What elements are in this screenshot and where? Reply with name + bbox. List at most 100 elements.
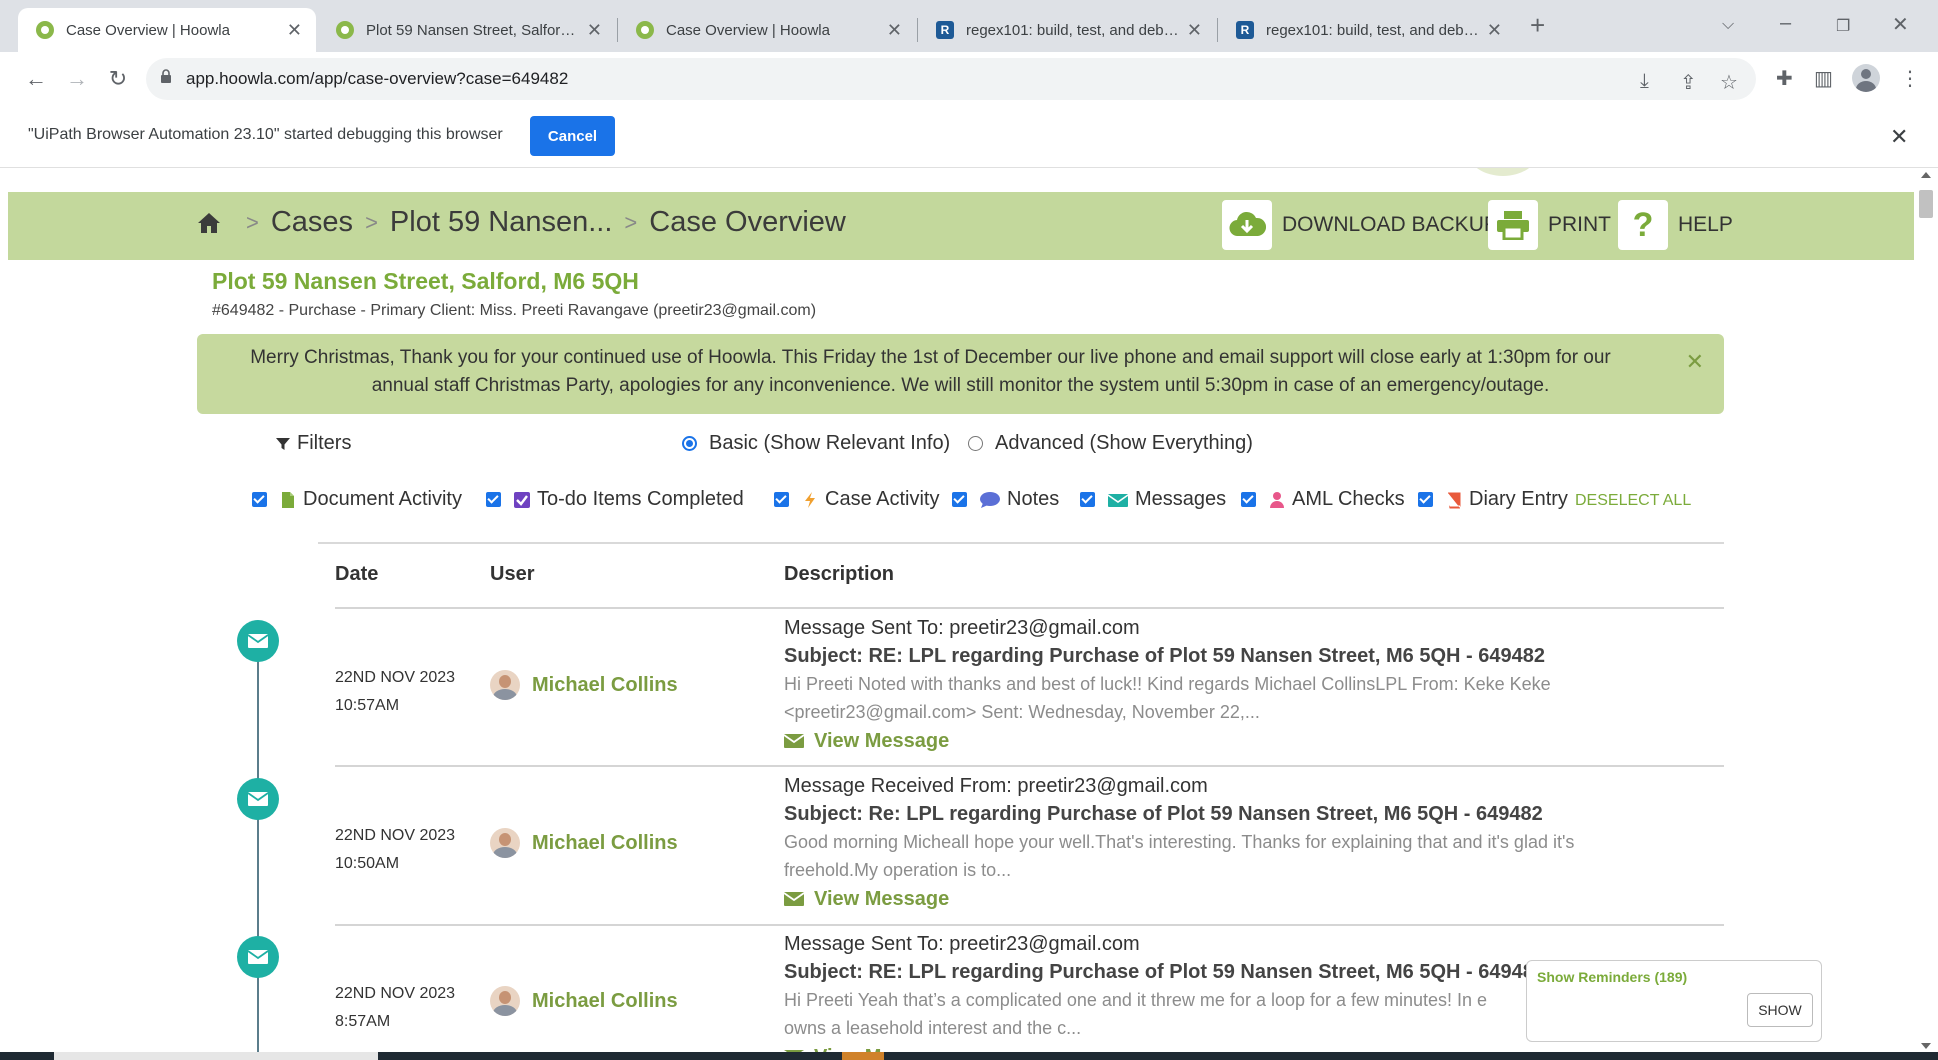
filter-aml-label: AML Checks <box>1292 488 1405 510</box>
side-panel-icon[interactable]: ▥ <box>1814 66 1833 91</box>
browser-tab[interactable]: R regex101: build, test, and debug ✕ <box>1218 8 1516 52</box>
deselect-all-link[interactable]: DESELECT ALL <box>1575 492 1691 510</box>
filter-document-activity-checkbox[interactable]: Document Activity <box>252 488 462 511</box>
show-reminders-button[interactable]: SHOW <box>1747 993 1813 1027</box>
case-title: Plot 59 Nansen Street, Salford, M6 5QH <box>212 268 639 294</box>
row-description: Message Received From: preetir23@gmail.c… <box>784 772 1684 914</box>
printer-icon <box>1488 200 1538 250</box>
scroll-thumb[interactable] <box>1919 190 1933 218</box>
filter-notes-checkbox[interactable]: Notes <box>952 488 1059 511</box>
filter-case-activity-checkbox[interactable]: Case Activity <box>774 488 939 511</box>
taskbar-item[interactable] <box>54 1052 378 1060</box>
tab-search-icon[interactable]: ⌵ <box>1722 16 1734 34</box>
filter-diary-checkbox[interactable]: Diary Entry <box>1418 488 1568 511</box>
header-bar: > Cases > Plot 59 Nansen... > Case Overv… <box>8 192 1914 260</box>
page-scrollbar[interactable] <box>1914 168 1938 1055</box>
envelope-icon <box>248 792 268 806</box>
row-divider <box>335 765 1724 767</box>
home-icon[interactable] <box>196 210 222 236</box>
breadcrumb-separator: > <box>365 209 378 235</box>
browser-toolbar: ← → ↻ app.hoowla.com/app/case-overview?c… <box>0 52 1938 106</box>
taskbar-item[interactable] <box>842 1052 884 1060</box>
banner-text-line1: Merry Christmas, Thank you for your cont… <box>250 347 1611 368</box>
new-tab-icon[interactable]: + <box>1530 10 1545 41</box>
breadcrumb-separator: > <box>246 209 259 235</box>
row-message-head: Message Received From: preetir23@gmail.c… <box>784 775 1208 797</box>
extensions-icon[interactable]: ✚ <box>1776 66 1793 91</box>
help-button[interactable]: ? HELP <box>1618 200 1733 250</box>
back-icon[interactable]: ← <box>22 65 50 93</box>
forward-icon[interactable]: → <box>63 65 91 93</box>
browser-tab[interactable]: Plot 59 Nansen Street, Salford, M ✕ <box>318 8 616 52</box>
restore-icon[interactable]: ❐ <box>1836 16 1850 36</box>
filter-aml-checkbox[interactable]: AML Checks <box>1241 488 1405 511</box>
row-message-subject: Subject: Re: LPL regarding Purchase of P… <box>784 803 1543 825</box>
filter-advanced-radio[interactable]: Advanced (Show Everything) <box>968 432 1253 455</box>
browser-tab[interactable]: R regex101: build, test, and debug ✕ <box>918 8 1216 52</box>
book-icon <box>1448 492 1461 508</box>
row-user[interactable]: Michael Collins <box>490 828 678 858</box>
menu-kebab-icon[interactable]: ⋮ <box>1900 66 1920 91</box>
breadcrumb-case[interactable]: Plot 59 Nansen... <box>390 206 612 239</box>
filter-messages-label: Messages <box>1135 488 1227 510</box>
banner-close-icon[interactable]: ✕ <box>1686 348 1704 376</box>
cloud-download-icon <box>1222 200 1272 250</box>
reminders-widget: Show Reminders (189) SHOW <box>1526 960 1822 1042</box>
scroll-down-icon[interactable] <box>1921 1043 1931 1049</box>
filter-messages-checkbox[interactable]: Messages <box>1080 488 1226 511</box>
tab-close-icon[interactable]: ✕ <box>887 20 902 41</box>
envelope-icon <box>248 634 268 648</box>
avatar <box>490 670 520 700</box>
scroll-up-icon[interactable] <box>1921 172 1931 178</box>
timeline-line <box>257 642 259 1055</box>
tab-title: regex101: build, test, and debug <box>966 21 1179 39</box>
row-user-name: Michael Collins <box>532 831 678 854</box>
reminders-label[interactable]: Show Reminders (189) <box>1537 969 1687 985</box>
reload-icon[interactable]: ↻ <box>104 65 132 93</box>
profile-avatar-icon[interactable] <box>1852 64 1880 92</box>
tab-close-icon[interactable]: ✕ <box>587 20 602 41</box>
view-message-link[interactable]: View Message <box>784 726 1684 756</box>
cancel-debug-button[interactable]: Cancel <box>530 116 615 156</box>
filter-todo-checkbox[interactable]: To-do Items Completed <box>486 488 744 511</box>
envelope-icon <box>1107 493 1129 507</box>
column-header-description: Description <box>784 563 895 585</box>
row-user-name: Michael Collins <box>532 989 678 1012</box>
tab-title: Plot 59 Nansen Street, Salford, M <box>366 21 579 39</box>
tab-close-icon[interactable]: ✕ <box>287 20 302 41</box>
tab-close-icon[interactable]: ✕ <box>1187 20 1202 41</box>
bookmark-star-icon[interactable]: ☆ <box>1720 70 1738 95</box>
view-message-link[interactable]: View Message <box>784 884 1684 914</box>
share-icon[interactable]: ⇪ <box>1680 70 1697 95</box>
minimize-icon[interactable]: – <box>1780 12 1791 35</box>
row-message-preview: Hi Preeti Noted with thanks and best of … <box>784 674 1551 694</box>
browser-tab[interactable]: Case Overview | Hoowla ✕ <box>18 8 316 52</box>
radio-selected-icon <box>682 436 697 451</box>
row-message-preview: Good morning Micheall hope your well.Tha… <box>784 832 1575 852</box>
filter-funnel-icon <box>276 437 290 450</box>
filters-toggle[interactable]: Filters <box>275 432 351 455</box>
row-user-name: Michael Collins <box>532 673 678 696</box>
tab-close-icon[interactable]: ✕ <box>1487 20 1502 41</box>
regex101-favicon-icon: R <box>936 21 954 39</box>
row-divider <box>335 924 1724 926</box>
view-message-label: View Message <box>814 888 950 910</box>
checkbox-checked-icon <box>252 492 267 507</box>
hoowla-favicon-icon <box>636 21 654 39</box>
checkbox-checked-icon <box>952 492 967 507</box>
row-user[interactable]: Michael Collins <box>490 670 678 700</box>
tab-title: Case Overview | Hoowla <box>66 21 230 39</box>
browser-tab[interactable]: Case Overview | Hoowla ✕ <box>618 8 916 52</box>
row-description: Message Sent To: preetir23@gmail.com Sub… <box>784 614 1684 756</box>
window-close-icon[interactable]: ✕ <box>1892 12 1909 37</box>
install-icon[interactable]: ⤓ <box>1640 70 1649 93</box>
print-label: PRINT <box>1548 213 1611 236</box>
infobar-close-icon[interactable]: ✕ <box>1890 124 1908 150</box>
print-button[interactable]: PRINT <box>1488 200 1611 250</box>
row-user[interactable]: Michael Collins <box>490 986 678 1016</box>
filter-basic-radio[interactable]: Basic (Show Relevant Info) <box>682 432 950 455</box>
address-bar[interactable]: app.hoowla.com/app/case-overview?case=64… <box>146 58 1756 100</box>
breadcrumb-cases[interactable]: Cases <box>271 206 353 239</box>
download-backup-button[interactable]: DOWNLOAD BACKUP <box>1222 200 1498 250</box>
checkbox-checked-icon <box>1080 492 1095 507</box>
